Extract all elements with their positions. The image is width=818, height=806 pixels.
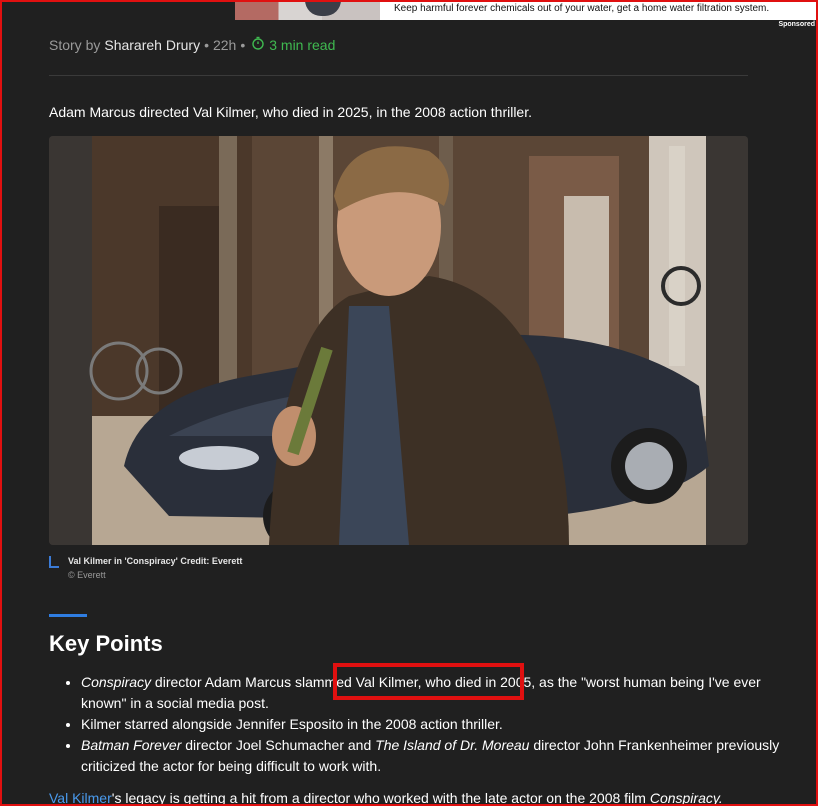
publish-age: 22h	[212, 36, 237, 53]
list-item: Kilmer starred alongside Jennifer Esposi…	[81, 714, 781, 735]
list-item-text: director Joel Schumacher and	[181, 737, 376, 753]
byline-prefix: Story by	[49, 36, 101, 53]
list-item: Conspiracy director Adam Marcus slammed …	[81, 672, 781, 714]
read-time: 3 min read	[269, 36, 336, 53]
sponsored-label: Sponsored	[778, 21, 815, 28]
photo-caption: Val Kilmer in 'Conspiracy' Credit: Evere…	[68, 556, 243, 566]
film-title: Conspiracy	[81, 674, 152, 690]
val-kilmer-link[interactable]: Val Kilmer	[49, 790, 112, 806]
ad-text[interactable]: Keep harmful forever chemicals out of yo…	[394, 3, 769, 14]
caption-marker	[49, 556, 59, 568]
key-points-list: Conspiracy director Adam Marcus slammed …	[49, 672, 781, 777]
divider	[49, 75, 748, 76]
article-lead: Adam Marcus directed Val Kilmer, who die…	[49, 104, 532, 120]
list-item: Batman Forever director Joel Schumacher …	[81, 735, 781, 777]
article-body-paragraph: Val Kilmer's legacy is getting a hit fro…	[49, 790, 723, 806]
film-title: The Island of Dr. Moreau	[375, 737, 530, 753]
photo-credit: © Everett	[68, 570, 106, 580]
timer-icon	[251, 36, 265, 53]
separator-dot: •	[240, 36, 246, 53]
section-accent-bar	[49, 614, 87, 617]
list-item-text: Kilmer starred alongside Jennifer Esposi…	[81, 716, 503, 732]
byline: Story by Sharareh Drury • 22h • 3 min re…	[49, 36, 335, 53]
key-points-title: Key Points	[49, 631, 163, 656]
ad-thumbnail[interactable]	[235, 0, 380, 20]
film-title: Conspiracy.	[649, 790, 723, 806]
list-item-text: director Adam Marcus slammed Val Kilmer,…	[81, 674, 761, 711]
article-photo[interactable]	[49, 136, 748, 545]
body-text: 's legacy is getting a hit from a direct…	[111, 790, 650, 806]
photo-illustration	[49, 136, 748, 545]
author-link[interactable]: Sharareh Drury	[104, 37, 200, 53]
separator-dot: •	[204, 36, 209, 53]
film-title: Batman Forever	[81, 737, 182, 753]
